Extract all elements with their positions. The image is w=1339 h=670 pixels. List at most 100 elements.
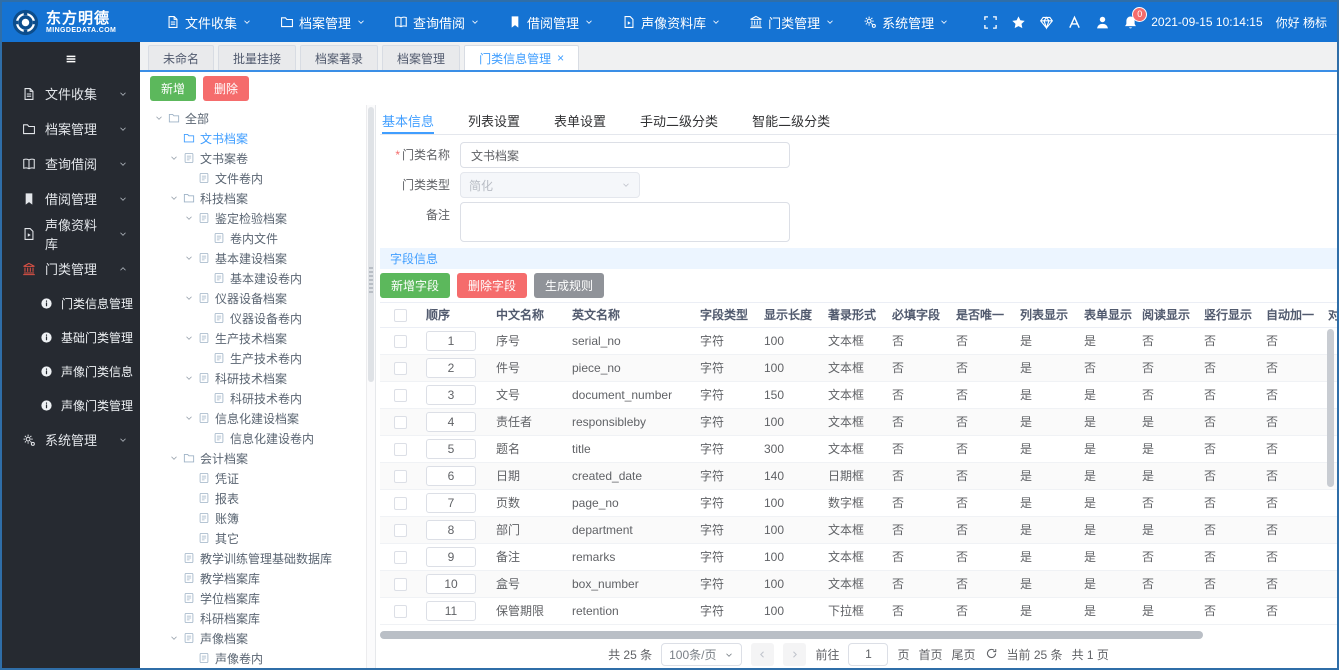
open-tab[interactable]: 批量挂接	[218, 45, 297, 70]
row-checkbox[interactable]	[393, 550, 407, 564]
order-input[interactable]: 2	[426, 357, 476, 378]
tree-node[interactable]: 科研技术卷内	[152, 388, 366, 408]
add-button[interactable]: 新增	[150, 76, 197, 101]
user-icon[interactable]	[1095, 15, 1110, 30]
table-vertical-scrollbar[interactable]	[1327, 329, 1334, 487]
remark-textarea[interactable]	[460, 202, 790, 242]
sidebar-item-archive-manage[interactable]: 档案管理	[2, 111, 140, 146]
tree-node[interactable]: 全部	[152, 108, 366, 128]
prev-page-button[interactable]	[751, 643, 775, 666]
tree-node[interactable]: 学位档案库	[152, 588, 366, 608]
detail-tab[interactable]: 智能二级分类	[752, 111, 830, 134]
tree-node[interactable]: 账簿	[152, 508, 366, 528]
tree-node[interactable]: 仪器设备档案	[152, 288, 366, 308]
row-checkbox[interactable]	[393, 442, 407, 456]
row-checkbox[interactable]	[393, 415, 407, 429]
sidebar-item-category-manage[interactable]: 门类管理	[2, 251, 140, 286]
tree-node[interactable]: 其它	[152, 528, 366, 548]
row-checkbox[interactable]	[393, 361, 407, 375]
caret-down-icon[interactable]	[182, 331, 196, 345]
tree-node[interactable]: 基本建设卷内	[152, 268, 366, 288]
tree-node[interactable]: 生产技术档案	[152, 328, 366, 348]
delete-field-button[interactable]: 删除字段	[457, 273, 528, 298]
caret-down-icon[interactable]	[167, 191, 181, 205]
caret-down-icon[interactable]	[152, 111, 166, 125]
fullscreen-icon[interactable]	[983, 15, 998, 30]
tree-node[interactable]: 凭证	[152, 468, 366, 488]
font-size-icon[interactable]	[1067, 15, 1082, 30]
tree-node[interactable]: 科技档案	[152, 188, 366, 208]
tree-node[interactable]: 信息化建设卷内	[152, 428, 366, 448]
tree-node[interactable]: 文件卷内	[152, 168, 366, 188]
tree-node[interactable]: 声像档案	[152, 628, 366, 648]
row-checkbox[interactable]	[393, 388, 407, 402]
tree-node[interactable]: 生产技术卷内	[152, 348, 366, 368]
open-tab[interactable]: 档案著录	[300, 45, 379, 70]
detail-tab[interactable]: 表单设置	[554, 111, 606, 134]
select-all-checkbox[interactable]	[393, 308, 407, 322]
bell-icon[interactable]: 0	[1123, 6, 1148, 30]
tree-node[interactable]: 基本建设档案	[152, 248, 366, 268]
sidebar-subitem[interactable]: 门类信息管理	[2, 286, 140, 320]
tree-node[interactable]: 仪器设备卷内	[152, 308, 366, 328]
sidebar-item-file-collect[interactable]: 文件收集	[2, 76, 140, 111]
order-input[interactable]: 8	[426, 519, 476, 540]
tree-node[interactable]: 教学档案库	[152, 568, 366, 588]
order-input[interactable]: 10	[426, 573, 476, 594]
caret-down-icon[interactable]	[167, 151, 181, 165]
tree-node[interactable]: 科研档案库	[152, 608, 366, 628]
panel-splitter[interactable]	[366, 105, 376, 668]
gem-icon[interactable]	[1039, 15, 1054, 30]
delete-button[interactable]: 删除	[203, 76, 250, 101]
caret-down-icon[interactable]	[182, 291, 196, 305]
tree-node[interactable]: 声像卷内	[152, 648, 366, 668]
caret-down-icon[interactable]	[182, 251, 196, 265]
order-input[interactable]: 11	[426, 600, 476, 621]
order-input[interactable]: 7	[426, 492, 476, 513]
row-checkbox[interactable]	[393, 496, 407, 510]
order-input[interactable]: 3	[426, 384, 476, 405]
tree-node[interactable]: 报表	[152, 488, 366, 508]
caret-down-icon[interactable]	[167, 451, 181, 465]
tree-node[interactable]: 信息化建设档案	[152, 408, 366, 428]
tree-node[interactable]: 鉴定检验档案	[152, 208, 366, 228]
topnav-item-media-library[interactable]: 声像资料库	[622, 13, 721, 32]
row-checkbox[interactable]	[393, 577, 407, 591]
sidebar-item-query-borrow[interactable]: 查询借阅	[2, 146, 140, 181]
tree-node[interactable]: 文书档案	[152, 128, 366, 148]
tree-node[interactable]: 科研技术档案	[152, 368, 366, 388]
app-logo[interactable]: 东方明德 MINGDEDATA.COM	[12, 9, 160, 36]
caret-down-icon[interactable]	[182, 371, 196, 385]
next-page-button[interactable]	[783, 643, 807, 666]
generate-rule-button[interactable]: 生成规则	[534, 273, 605, 298]
order-input[interactable]: 1	[426, 330, 476, 351]
open-tab[interactable]: 门类信息管理 ×	[464, 45, 580, 70]
close-icon[interactable]: ×	[557, 51, 564, 65]
last-page-link[interactable]: 尾页	[952, 646, 976, 663]
sidebar-subitem[interactable]: 基础门类管理	[2, 320, 140, 354]
tree-scrollbar[interactable]	[368, 107, 374, 382]
row-checkbox[interactable]	[393, 334, 407, 348]
first-page-link[interactable]: 首页	[919, 646, 943, 663]
table-horizontal-scrollbar[interactable]	[380, 631, 1204, 639]
page-number-input[interactable]: 1	[848, 643, 889, 666]
tree-node[interactable]: 卷内文件	[152, 228, 366, 248]
sidebar-subitem[interactable]: 声像门类管理	[2, 388, 140, 422]
topnav-item-archive-manage[interactable]: 档案管理	[280, 13, 366, 32]
caret-down-icon[interactable]	[167, 631, 181, 645]
detail-tab[interactable]: 手动二级分类	[640, 111, 718, 134]
caret-down-icon[interactable]	[182, 411, 196, 425]
open-tab[interactable]: 档案管理	[382, 45, 461, 70]
page-size-select[interactable]: 100条/页	[661, 643, 743, 666]
detail-tab[interactable]: 列表设置	[468, 111, 520, 134]
sidebar-collapse-button[interactable]	[2, 42, 140, 76]
order-input[interactable]: 9	[426, 546, 476, 567]
sidebar-subitem[interactable]: 声像门类信息	[2, 354, 140, 388]
order-input[interactable]: 5	[426, 438, 476, 459]
order-input[interactable]: 6	[426, 465, 476, 486]
star-icon[interactable]	[1011, 15, 1026, 30]
topnav-item-system-manage[interactable]: 系统管理	[863, 13, 949, 32]
topnav-item-category-manage[interactable]: 门类管理	[749, 13, 835, 32]
row-checkbox[interactable]	[393, 469, 407, 483]
row-checkbox[interactable]	[393, 604, 407, 618]
